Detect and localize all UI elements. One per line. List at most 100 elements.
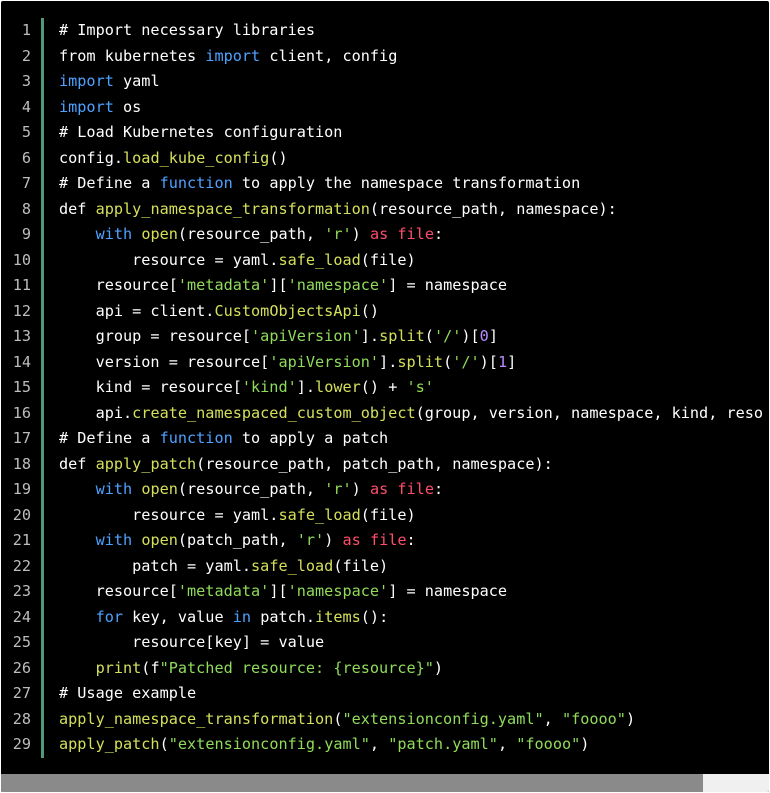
line-number: 23 [12,582,31,600]
code-line: 27 # Usage example [1,681,769,707]
code-token: 1 [497,352,508,371]
scrollbar-thumb[interactable] [1,774,703,792]
code-text: resource = yaml.safe_load(file) [59,503,415,529]
code-line: 3 import yaml [1,69,769,95]
code-token: 'kind' [241,378,297,396]
code-token: '/' [433,327,462,345]
code-token: 'r' [324,225,352,243]
line-number: 22 [12,556,31,575]
code-area[interactable]: 1 # Import necessary libraries 2 from kuber… [1,18,769,774]
code-text: group = resource['apiVersion'].split('/'… [59,324,498,350]
code-text: with open(resource_path, 'r') as file: [59,477,444,503]
code-token: , [369,735,389,753]
code-token: ] = namespace [388,276,508,294]
code-token: in [232,607,252,626]
line-number: 4 [21,97,31,116]
code-token: ( [424,327,434,345]
code-token: 'namespace' [287,582,389,600]
code-token: CustomObjectsApi [214,301,361,320]
code-token: )[ [479,352,498,371]
code-line: 24 for key, value in patch.items(): [1,605,769,631]
code-token: # Define a [59,429,160,447]
code-token: import [205,46,261,65]
code-text: import yaml [59,69,160,95]
code-token: create_namespaced_custom_object [132,403,416,422]
code-token: 'namespace' [287,276,389,294]
scrollbar-track[interactable] [703,774,769,792]
code-line: 28 apply_namespace_transformation("extens… [1,707,769,733]
code-token: split [397,352,444,371]
code-token: safe_load [278,505,361,524]
code-token: ]. [360,327,380,345]
line-number: 15 [12,378,31,396]
code-text: resource = yaml.safe_load(file) [59,248,415,274]
code-token: , [497,735,517,753]
code-token: (resource_path, namespace): [369,199,617,218]
horizontal-scrollbar[interactable] [1,774,769,792]
code-line: 6 config.load_kube_config() [1,146,769,172]
code-text: # Import necessary libraries [59,18,315,44]
code-text: kind = resource['kind'].lower() + 's' [59,375,434,401]
code-token: ] [488,327,498,345]
line-number: 29 [12,735,31,753]
code-token: )[ [461,327,480,345]
code-text: api = client.CustomObjectsApi() [59,299,380,325]
code-token: as [342,531,361,549]
code-token: ) [580,735,590,753]
code-token: # Usage example [59,684,197,702]
code-text: # Load Kubernetes configuration [59,120,342,146]
line-number: 17 [12,429,31,447]
code-token: ]. [379,352,398,371]
code-token: open [141,480,178,498]
code-line: 4 import os [1,95,769,121]
code-viewer: 1 # Import necessary libraries 2 from kuber… [1,1,769,792]
code-text: # Define a function to apply the namespa… [59,171,580,197]
code-text: import os [59,95,141,121]
code-line: 8 def apply_namespace_transformation(reso… [1,197,769,223]
code-line: 11 resource['metadata']['namespace'] = n… [1,273,769,299]
code-token: patch = yaml. [59,556,252,575]
code-token: patch. [251,607,316,626]
code-text: print(f"Patched resource: {resource}") [59,656,443,682]
line-number: 25 [12,633,31,651]
code-text: for key, value in patch.items(): [59,605,389,631]
code-token: () [269,148,288,167]
code-line: 25 resource[key] = value [1,630,769,656]
code-token: ) [324,531,343,549]
code-token: 'metadata' [177,582,270,600]
line-number: 18 [12,454,31,473]
code-token: safe_load [278,250,361,269]
code-token: with [95,225,133,243]
code-token: as [369,480,389,498]
code-line: 1 # Import necessary libraries [1,18,769,44]
code-token: items [315,607,361,626]
code-line: 23 resource['metadata']['namespace'] = n… [1,579,769,605]
line-number: 21 [12,531,31,549]
line-number: 14 [12,352,31,371]
code-token: load_kube_config [123,148,270,167]
code-text: # Usage example [59,681,196,707]
code-line: 22 patch = yaml.safe_load(file) [1,554,769,580]
code-text: apply_namespace_transformation("extensio… [59,707,635,733]
code-token: 'apiVersion' [251,327,361,345]
code-token: ]. [296,378,316,396]
code-token: group = resource[ [59,327,252,345]
code-token: import [59,72,114,90]
code-token: (file) [333,556,389,575]
code-token: 'r' [296,531,325,549]
code-token: file [397,225,434,243]
code-token: import [59,97,114,116]
line-number: 13 [12,327,31,345]
code-text: resource[key] = value [59,630,324,656]
code-token: (f [141,658,160,677]
code-token: version = resource[ [59,352,270,371]
code-token: file [397,480,434,498]
